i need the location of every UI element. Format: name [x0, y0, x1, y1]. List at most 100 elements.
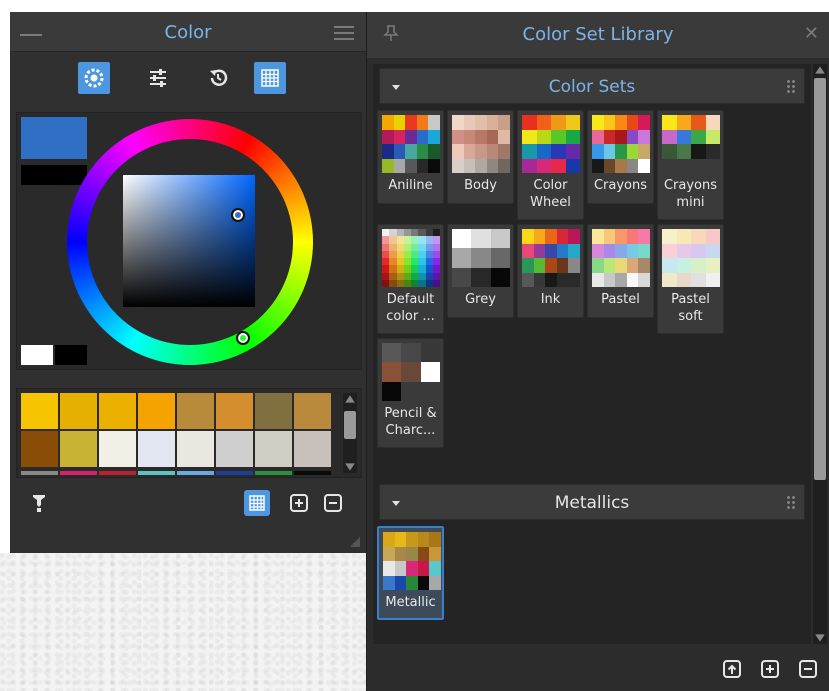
set-thumbnail [382, 229, 440, 287]
color-panel-header[interactable]: Color [10, 12, 366, 52]
palette-swatch[interactable] [21, 393, 58, 429]
add-set-button[interactable] [757, 656, 783, 682]
palette-swatch[interactable] [138, 471, 175, 475]
palette-swatch[interactable] [60, 393, 97, 429]
set-thumbnail [383, 532, 441, 590]
palette-swatch[interactable] [294, 471, 331, 475]
color-set-item-grey[interactable]: Grey [447, 224, 514, 318]
palette-swatch[interactable] [294, 393, 331, 429]
palette-swatch[interactable] [99, 431, 136, 467]
set-label: Pastel soft [671, 292, 710, 324]
section-title: Color Sets [548, 77, 636, 97]
scrollbar-thumb[interactable] [814, 78, 826, 480]
palette-swatch[interactable] [294, 431, 331, 467]
color-set-item-color-wheel[interactable]: Color Wheel [517, 110, 584, 220]
palette-swatch[interactable] [177, 393, 214, 429]
palette-mode-button[interactable] [254, 62, 286, 94]
palette-toolbar [10, 484, 366, 524]
palette-swatch[interactable] [216, 431, 253, 467]
hue-picker-handle[interactable] [236, 331, 250, 345]
history-icon [210, 69, 228, 86]
color-set-item-aniline[interactable]: Aniline [377, 110, 444, 204]
palette-swatch[interactable] [216, 471, 253, 475]
remove-set-button[interactable] [795, 656, 821, 682]
palette-swatch[interactable] [60, 431, 97, 467]
palette-swatch[interactable] [177, 471, 214, 475]
color-set-item-crayons-mini[interactable]: Crayons mini [657, 110, 724, 220]
history-mode-button[interactable] [202, 62, 234, 94]
palette-swatch[interactable] [255, 431, 292, 467]
set-thumbnail [522, 229, 580, 287]
palette-swatch[interactable] [138, 393, 175, 429]
palette-grid [21, 393, 339, 467]
library-scrollbar[interactable] [813, 64, 827, 644]
drag-handle-icon[interactable] [786, 79, 796, 93]
remove-color-button[interactable] [320, 490, 346, 516]
library-content: Color Sets Aniline Body Color Wheel Cray… [373, 64, 811, 644]
palette-swatch[interactable] [60, 471, 97, 475]
palette-scrollbar[interactable] [343, 393, 357, 473]
palette-view-button[interactable] [244, 490, 270, 516]
primary-color-swatch[interactable] [21, 117, 87, 159]
color-panel-title: Color [164, 22, 212, 43]
sliders-icon [150, 69, 166, 87]
color-set-item-metallic[interactable]: Metallic [377, 526, 444, 620]
color-set-item-crayons[interactable]: Crayons [587, 110, 654, 204]
palette-swatch[interactable] [255, 393, 292, 429]
drag-handle-icon[interactable] [786, 495, 796, 509]
set-thumbnail [382, 115, 440, 173]
palette-swatch[interactable] [255, 471, 292, 475]
eyedropper-button[interactable] [26, 490, 52, 516]
section-title: Metallics [554, 493, 630, 513]
add-color-button[interactable] [286, 490, 312, 516]
set-thumbnail [452, 229, 510, 287]
sv-picker-handle[interactable] [231, 208, 245, 222]
import-set-button[interactable] [719, 656, 745, 682]
color-set-item-pastel[interactable]: Pastel [587, 224, 654, 318]
set-label: Crayons [593, 178, 648, 193]
palette-grid-icon [249, 495, 265, 511]
scroll-down-arrow-icon[interactable] [815, 634, 825, 642]
sliders-mode-button[interactable] [142, 62, 174, 94]
resize-grip-icon[interactable] [350, 537, 360, 547]
palette-swatch[interactable] [99, 471, 136, 475]
color-mode-toolbar [10, 56, 366, 102]
plus-icon [761, 660, 779, 678]
color-wheel-icon [84, 68, 104, 88]
secondary-color-swatch[interactable] [21, 165, 87, 185]
set-label: Pastel [601, 292, 640, 307]
close-icon[interactable]: ✕ [804, 25, 819, 43]
eyedropper-icon [33, 495, 45, 512]
color-set-item-ink[interactable]: Ink [517, 224, 584, 318]
palette-swatch[interactable] [138, 431, 175, 467]
palette-swatch[interactable] [216, 393, 253, 429]
color-set-item-default[interactable]: Default color ... [377, 224, 444, 334]
library-panel-header[interactable]: Color Set Library ✕ [367, 12, 829, 58]
scroll-down-arrow-icon[interactable] [345, 463, 355, 471]
palette-swatch[interactable] [99, 393, 136, 429]
palette-swatch[interactable] [177, 431, 214, 467]
scrollbar-thumb[interactable] [344, 411, 356, 439]
section-header-metallics[interactable]: Metallics [379, 484, 805, 520]
color-set-item-pastel-soft[interactable]: Pastel soft [657, 224, 724, 334]
set-label: Crayons mini [663, 178, 718, 210]
saturation-value-square[interactable] [123, 175, 255, 307]
set-thumbnail [522, 115, 580, 173]
set-thumbnail [452, 115, 510, 173]
palette-grid-icon [261, 69, 279, 87]
scroll-up-arrow-icon[interactable] [815, 66, 825, 74]
white-swatch[interactable] [21, 345, 53, 365]
black-swatch[interactable] [55, 345, 87, 365]
color-set-item-body[interactable]: Body [447, 110, 514, 204]
section-header-color-sets[interactable]: Color Sets [379, 68, 805, 104]
palette-swatch[interactable] [21, 471, 58, 475]
panel-menu-icon[interactable] [334, 26, 354, 40]
color-set-item-pencil-charcoal[interactable]: Pencil & Charc... [377, 338, 444, 448]
scroll-up-arrow-icon[interactable] [345, 395, 355, 403]
set-thumbnail [382, 343, 440, 401]
palette-area [16, 388, 362, 478]
set-label: Default color ... [386, 292, 435, 324]
palette-swatch[interactable] [21, 431, 58, 467]
wheel-mode-button[interactable] [78, 62, 110, 94]
color-wheel-area [16, 112, 362, 370]
